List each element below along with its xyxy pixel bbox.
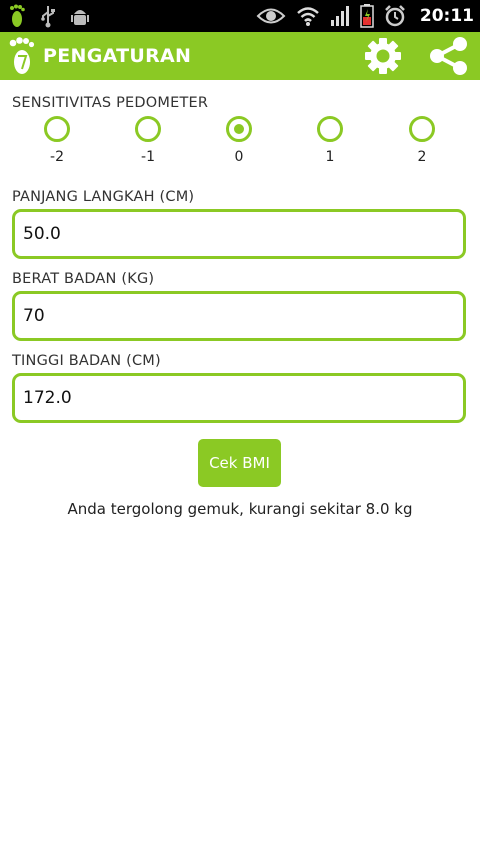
android-debug-icon xyxy=(71,10,89,25)
sensitivity-label: SENSITIVITAS PEDOMETER xyxy=(12,95,209,111)
wifi-icon xyxy=(297,7,319,26)
check-bmi-button[interactable]: Cek BMI xyxy=(198,439,281,487)
footprint-icon xyxy=(10,4,25,27)
bmi-result-text: Anda tergolong gemuk, kurangi sekitar 8.… xyxy=(67,500,413,518)
radio-label: -1 xyxy=(141,149,155,165)
radio-minus-1[interactable] xyxy=(135,116,161,142)
usb-icon xyxy=(41,6,55,28)
weight-label: BERAT BADAN (KG) xyxy=(12,271,155,287)
radio-selected-dot xyxy=(234,124,244,134)
radio-label: 0 xyxy=(234,149,244,165)
footprint-icon xyxy=(9,37,35,74)
step-length-field xyxy=(12,209,466,259)
step-length-label: PANJANG LANGKAH (CM) xyxy=(12,189,195,205)
alarm-icon xyxy=(384,5,405,27)
step-length-input[interactable] xyxy=(23,224,443,244)
battery-icon xyxy=(360,4,374,28)
radio-label: -2 xyxy=(50,149,64,165)
signal-icon xyxy=(330,6,349,26)
sensitivity-radio-group: -2 -1 0 1 2 xyxy=(0,113,480,169)
radio-label: 2 xyxy=(417,149,427,165)
height-input[interactable] xyxy=(23,388,443,408)
action-bar: PENGATURAN xyxy=(0,32,480,80)
radio-label: 1 xyxy=(325,149,335,165)
height-field xyxy=(12,373,466,423)
weight-field xyxy=(12,291,466,341)
gear-icon[interactable] xyxy=(362,35,404,77)
page-title: PENGATURAN xyxy=(43,45,192,67)
radio-plus-2[interactable] xyxy=(409,116,435,142)
weight-input[interactable] xyxy=(23,306,443,326)
radio-minus-2[interactable] xyxy=(44,116,70,142)
clock-time: 20:11 xyxy=(419,6,474,26)
height-label: TINGGI BADAN (CM) xyxy=(12,353,161,369)
status-bar: 20:11 xyxy=(0,0,480,32)
radio-plus-1[interactable] xyxy=(317,116,343,142)
eye-icon xyxy=(256,8,286,24)
radio-0-selected[interactable] xyxy=(226,116,252,142)
share-icon[interactable] xyxy=(428,36,470,76)
